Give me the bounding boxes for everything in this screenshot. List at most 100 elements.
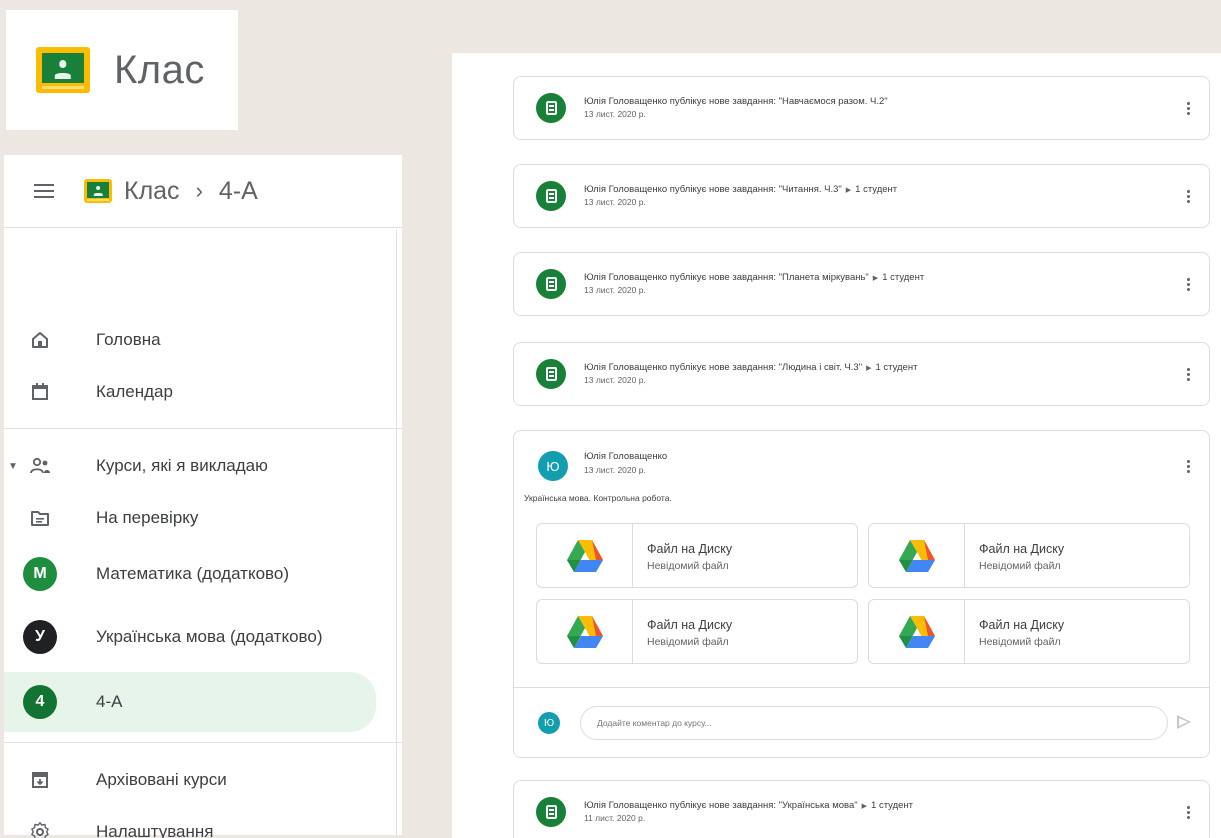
sidebar-item-home[interactable]: Головна (4, 314, 376, 366)
classroom-icon[interactable] (84, 179, 112, 203)
divider (4, 428, 402, 429)
assignment-post[interactable]: Юлія Головащенко публікує нове завдання:… (513, 780, 1210, 838)
post-title: Юлія Головащенко публікує нове завдання:… (584, 272, 925, 283)
comment-avatar: Ю (538, 712, 560, 734)
sidebar-item-course-4a[interactable]: 4 4-А (4, 672, 376, 732)
calendar-icon (26, 378, 54, 406)
post-date: 13 лист. 2020 р. (584, 285, 646, 295)
assignment-post[interactable]: Юлія Головащенко публікує нове завдання:… (513, 252, 1210, 316)
post-title: Юлія Головащенко публікує нове завдання:… (584, 800, 914, 811)
review-folder-icon (26, 504, 54, 532)
attachment-subtitle: Невідомий файл (979, 560, 1061, 572)
menu-icon[interactable] (34, 184, 54, 198)
drive-attachment[interactable]: Файл на Диску Невідомий файл (536, 599, 858, 664)
post-date: 13 лист. 2020 р. (584, 109, 646, 119)
more-options-icon[interactable] (1187, 368, 1191, 381)
post-date: 13 лист. 2020 р. (584, 375, 646, 385)
sidebar-item-settings[interactable]: Налаштування (4, 806, 376, 838)
sidebar-item-archived[interactable]: Архівовані курси (4, 754, 376, 806)
drive-attachment[interactable]: Файл на Диску Невідомий файл (868, 599, 1190, 664)
assignment-post[interactable]: Юлія Головащенко публікує нове завдання:… (513, 76, 1210, 140)
sidebar-item-label: Математика (додатково) (96, 564, 290, 583)
drive-icon (869, 600, 965, 663)
arrow-right-icon: ▶ (861, 803, 868, 810)
arrow-right-icon: ▶ (845, 187, 852, 194)
announcement-text: Українська мова. Контрольна робота. (524, 493, 672, 503)
more-options-icon[interactable] (1187, 102, 1191, 115)
sidebar-item-teaching[interactable]: ▼ Курси, які я викладаю (4, 440, 376, 492)
course-avatar-ukrainian: У (23, 620, 57, 654)
attachment-title: Файл на Диску (979, 618, 1065, 632)
sidebar-item-course-math[interactable]: М Математика (додатково) (4, 548, 376, 600)
post-date: 13 лист. 2020 р. (584, 197, 646, 207)
course-avatar: М (23, 557, 57, 591)
send-icon[interactable] (1177, 715, 1191, 729)
comment-bar: Ю (514, 687, 1209, 757)
breadcrumb-app[interactable]: Клас (124, 177, 180, 206)
archive-icon (26, 766, 54, 794)
sidebar-item-course-ukrainian[interactable]: У Українська мова (додатково) (4, 611, 376, 663)
assignment-post[interactable]: Юлія Головащенко публікує нове завдання:… (513, 342, 1210, 406)
more-options-icon[interactable] (1187, 190, 1191, 203)
author-avatar: Ю (538, 451, 568, 481)
breadcrumb-course[interactable]: 4-А (219, 177, 258, 206)
course-avatar: 4 (23, 685, 57, 719)
drive-attachment[interactable]: Файл на Диску Невідомий файл (536, 523, 858, 588)
caret-down-icon[interactable]: ▼ (8, 461, 18, 472)
logo-title: Клас (114, 47, 205, 92)
divider (4, 742, 402, 743)
post-target: 1 студент (871, 800, 914, 811)
announcement-card: Ю Юлія Головащенко 13 лист. 2020 р. Укра… (513, 430, 1210, 758)
drive-attachment[interactable]: Файл на Диску Невідомий файл (868, 523, 1190, 588)
attachment-subtitle: Невідомий файл (979, 636, 1061, 648)
assignment-icon (536, 359, 566, 389)
drive-icon (537, 600, 633, 663)
drive-icon (869, 524, 965, 587)
more-options-icon[interactable] (1187, 278, 1191, 291)
arrow-right-icon: ▶ (866, 365, 872, 372)
sidebar-item-label: 4-А (96, 692, 123, 711)
announcement-author: Юлія Головащенко (584, 451, 668, 462)
sidebar-edge (396, 229, 397, 835)
classroom-logo-icon (36, 47, 90, 93)
arrow-right-icon: ▶ (872, 275, 879, 282)
assignment-icon (536, 93, 566, 123)
attachment-title: Файл на Диску (979, 542, 1065, 556)
assignment-icon (536, 181, 566, 211)
people-icon (26, 452, 54, 480)
stream-feed: Юлія Головащенко публікує нове завдання:… (452, 53, 1221, 838)
more-options-icon[interactable] (1187, 806, 1191, 819)
sidebar-item-calendar[interactable]: Календар (4, 366, 376, 418)
attachment-title: Файл на Диску (647, 542, 733, 556)
home-icon (26, 326, 54, 354)
gear-icon (26, 818, 54, 838)
post-target: 1 студент (882, 272, 925, 283)
classroom-logo-box: Клас (6, 10, 238, 130)
sidebar-item-label: Календар (96, 382, 173, 401)
announcement-date: 13 лист. 2020 р. (584, 465, 646, 475)
sidebar-item-label: Курси, які я викладаю (96, 456, 268, 475)
sidebar: Клас › 4-А Головна Календар ▼ Курси, які… (4, 155, 402, 838)
sidebar-item-label: На перевірку (96, 508, 199, 527)
post-target: 1 студент (875, 362, 918, 373)
breadcrumb-separator-icon: › (195, 178, 203, 203)
sidebar-item-label: Архівовані курси (96, 770, 227, 789)
assignment-icon (536, 269, 566, 299)
course-avatar-4a: 4 (23, 685, 57, 719)
attachment-title: Файл на Диску (647, 618, 733, 632)
course-avatar-math: М (23, 557, 57, 591)
post-title: Юлія Головащенко публікує нове завдання:… (584, 184, 898, 195)
post-title: Юлія Головащенко публікує нове завдання:… (584, 362, 918, 373)
sidebar-item-to-review[interactable]: На перевірку (4, 492, 376, 544)
sidebar-item-label: Головна (96, 330, 161, 349)
sidebar-item-label: Налаштування (96, 822, 214, 838)
post-title: Юлія Головащенко публікує нове завдання:… (584, 96, 888, 107)
sidebar-item-label: Українська мова (додатково) (96, 627, 323, 646)
drive-icon (537, 524, 633, 587)
comment-input[interactable] (580, 706, 1168, 740)
more-options-icon[interactable] (1187, 460, 1191, 473)
top-bar: Клас › 4-А (4, 155, 402, 228)
course-avatar: У (23, 620, 57, 654)
assignment-post[interactable]: Юлія Головащенко публікує нове завдання:… (513, 164, 1210, 228)
post-target: 1 студент (855, 184, 898, 195)
